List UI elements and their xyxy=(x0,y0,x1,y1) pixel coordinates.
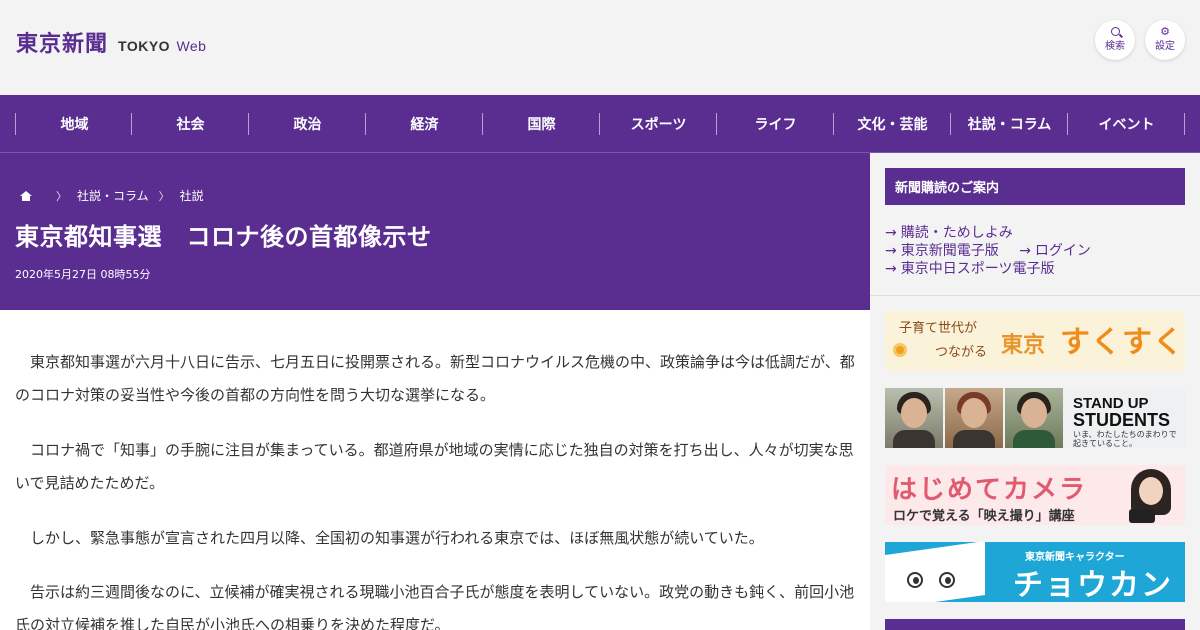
nav-item-culture[interactable]: 文化・芸能 xyxy=(834,95,951,153)
search-icon xyxy=(1110,26,1120,36)
article-title: 東京都知事選 コロナ後の首都像示せ xyxy=(15,223,432,251)
character-eye-icon xyxy=(907,572,923,588)
breadcrumb: 〉 社説・コラム 〉 社説 xyxy=(20,187,204,204)
banner-title: すくすく xyxy=(1060,325,1184,360)
nav-item-life[interactable]: ライフ xyxy=(717,95,834,153)
banner-text: 子育て世代が xyxy=(899,321,978,336)
article-header: 〉 社説・コラム 〉 社説 東京都知事選 コロナ後の首都像示せ 2020年5月2… xyxy=(0,153,870,310)
banner-text: いま、わたしたちのまわりで 起きていること。 xyxy=(1073,430,1177,448)
link-sports-digital[interactable]: → 東京中日スポーツ電子版 xyxy=(885,260,1054,278)
banner-title: はじめてカメラ xyxy=(891,475,1088,505)
settings-button[interactable]: ⚙ 設定 xyxy=(1145,20,1185,60)
article-paragraph: 東京都知事選が六月十八日に告示、七月五日に投開票される。新型コロナウイルス危機の… xyxy=(15,353,855,404)
banner-tokyo-sukusuku[interactable]: 子育て世代が つながる 東京 すくすく xyxy=(885,311,1185,371)
settings-label: 設定 xyxy=(1155,41,1175,52)
banner-title: チョウカンヌ xyxy=(1013,568,1173,602)
logo-english: TOKYO Web xyxy=(118,38,207,54)
character-eye-icon xyxy=(939,572,955,588)
link-login[interactable]: → ログイン xyxy=(1019,242,1091,260)
gear-icon: ⚙ xyxy=(1160,25,1170,38)
main-nav: 地域 社会 政治 経済 国際 スポーツ ライフ 文化・芸能 社説・コラム イベン… xyxy=(0,95,1200,153)
newspaper-character-illustration xyxy=(885,542,985,602)
banner-text: 東京 xyxy=(1001,333,1046,358)
student-photo xyxy=(945,388,1003,448)
home-icon[interactable] xyxy=(20,190,32,201)
nav-item-economy[interactable]: 経済 xyxy=(366,95,483,153)
nav-item-politics[interactable]: 政治 xyxy=(249,95,366,153)
banner-chokanne[interactable]: 東京新聞キャラクター チョウカンヌ xyxy=(885,542,1185,602)
nav-item-international[interactable]: 国際 xyxy=(483,95,600,153)
breadcrumb-editorial-column[interactable]: 社説・コラム xyxy=(77,187,149,204)
link-digital-edition[interactable]: → 東京新聞電子版 xyxy=(885,242,999,260)
banner-hajimete-camera[interactable]: はじめてカメラ ロケで覚える「映え撮り」講座 xyxy=(885,465,1185,525)
site-logo[interactable]: 東京新聞 TOKYO Web xyxy=(16,26,206,58)
banner-stand-up-students[interactable]: STAND UP STUDENTS いま、わたしたちのまわりで 起きていること。 xyxy=(885,388,1185,448)
article-paragraph: コロナ禍で「知事」の手腕に注目が集まっている。都道府県が地域の実情に応じた独自の… xyxy=(15,441,854,492)
article-paragraph: 告示は約三週間後なのに、立候補が確実視される現職小池百合子氏が態度を表明していな… xyxy=(15,583,855,630)
banner-partial[interactable] xyxy=(885,619,1185,630)
nav-item-society[interactable]: 社会 xyxy=(132,95,249,153)
article-body: 東京都知事選が六月十八日に告示、七月五日に投開票される。新型コロナウイルス危機の… xyxy=(0,310,870,630)
link-subscribe-trial[interactable]: → 購読・ためしよみ xyxy=(885,224,1013,242)
logo-japanese: 東京新聞 xyxy=(16,31,109,57)
subscription-links: → 購読・ためしよみ → 東京新聞電子版 → ログイン → 東京中日スポーツ電子版 xyxy=(885,224,1091,278)
arrow-right-icon: → xyxy=(885,225,897,241)
sidebar: 新聞購読のご案内 → 購読・ためしよみ → 東京新聞電子版 → ログイン → 東京中日ス… xyxy=(870,153,1200,630)
arrow-right-icon: → xyxy=(885,261,897,277)
breadcrumb-separator: 〉 xyxy=(158,189,170,203)
nav-item-events[interactable]: イベント xyxy=(1068,95,1185,153)
flower-icon xyxy=(893,343,907,357)
breadcrumb-separator: 〉 xyxy=(56,189,67,203)
student-photo xyxy=(885,388,943,448)
subscription-heading: 新聞購読のご案内 xyxy=(885,168,1185,205)
student-photo xyxy=(1005,388,1063,448)
arrow-right-icon: → xyxy=(885,243,897,259)
banner-text: つながる xyxy=(935,345,988,360)
search-button[interactable]: 検索 xyxy=(1095,20,1135,60)
site-header: 東京新聞 TOKYO Web 検索 ⚙ 設定 xyxy=(0,0,1200,95)
nav-divider xyxy=(1184,113,1185,135)
search-label: 検索 xyxy=(1105,40,1125,52)
arrow-right-icon: → xyxy=(1019,243,1031,259)
nav-item-editorial[interactable]: 社説・コラム xyxy=(951,95,1068,153)
banner-text: ロケで覚える「映え撮り」講座 xyxy=(893,509,1075,524)
nav-item-sports[interactable]: スポーツ xyxy=(600,95,717,153)
camera-girl-illustration xyxy=(1125,469,1177,525)
article-date: 2020年5月27日 08時55分 xyxy=(15,268,151,281)
nav-item-region[interactable]: 地域 xyxy=(16,95,133,153)
banner-title: STAND UP STUDENTS xyxy=(1073,395,1171,430)
article-paragraph: しかし、緊急事態が宣言された四月以降、全国初の知事選が行われる東京では、ほぼ無風… xyxy=(30,529,764,547)
breadcrumb-editorial[interactable]: 社説 xyxy=(180,187,204,204)
sidebar-divider xyxy=(870,295,1200,296)
